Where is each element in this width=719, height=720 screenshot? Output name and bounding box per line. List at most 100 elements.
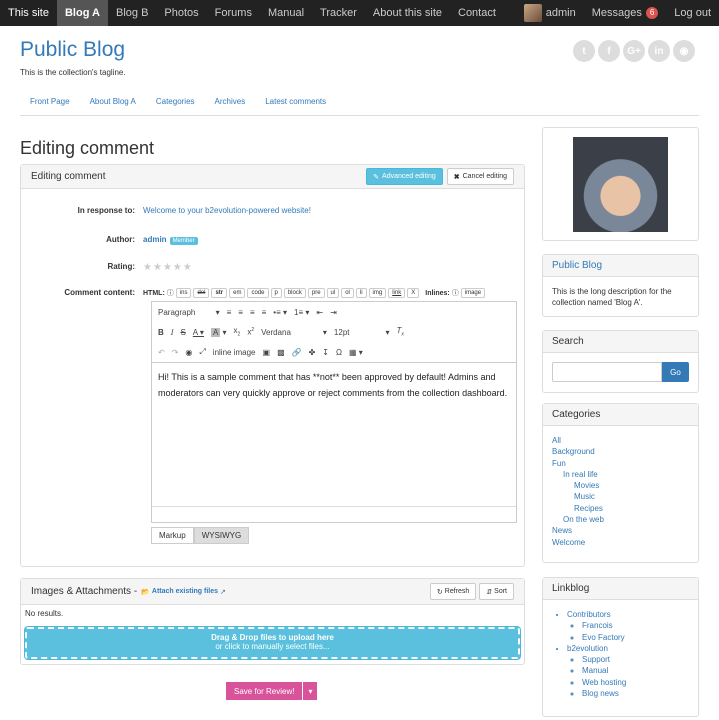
table-icon[interactable]: ▦ ▾ (349, 348, 363, 357)
undo-icon[interactable]: ↶ (158, 348, 165, 357)
html-close-tags-button[interactable]: X (407, 288, 420, 298)
google-plus-icon[interactable]: G+ (623, 40, 645, 62)
linkblog-item[interactable]: Manual (582, 665, 689, 676)
text-color-icon[interactable]: A ▾ (193, 328, 204, 337)
background-color-icon[interactable]: A ▾ (210, 327, 227, 337)
paragraph-select[interactable]: Paragraph ▾ (158, 308, 220, 317)
nav-messages[interactable]: Messages 6 (584, 0, 667, 26)
bullet-list-icon[interactable]: •≡ ▾ (273, 308, 287, 317)
info-icon[interactable]: ⓘ (452, 288, 459, 298)
nav-photos[interactable]: Photos (156, 0, 206, 26)
html-block-button[interactable]: block (283, 288, 306, 298)
advanced-editing-button[interactable]: ✎ Advanced editing (366, 168, 443, 185)
sort-button[interactable]: ⇵ Sort (479, 583, 514, 600)
nav-forums[interactable]: Forums (207, 0, 260, 26)
align-justify-icon[interactable]: ≡ (262, 308, 267, 317)
outdent-icon[interactable]: ⇤ (316, 308, 323, 317)
html-pre-button[interactable]: pre (307, 288, 325, 298)
linkblog-item[interactable]: Blog news (582, 688, 689, 699)
align-left-icon[interactable]: ≡ (227, 308, 232, 317)
menu-archives[interactable]: Archives (205, 92, 256, 115)
star-icon[interactable]: ★ (143, 262, 152, 273)
save-for-review-button[interactable]: Save for Review! (226, 682, 303, 700)
site-title[interactable]: Public Blog (20, 38, 125, 62)
editor-content[interactable]: Hi! This is a sample comment that has **… (152, 362, 516, 506)
info-icon[interactable]: ⓘ (167, 288, 174, 298)
html-link-button[interactable]: link (388, 288, 406, 298)
star-icon[interactable]: ★ (183, 262, 192, 273)
menu-latest-comments[interactable]: Latest comments (255, 92, 336, 115)
category-recipes[interactable]: Recipes (552, 503, 689, 514)
nav-blog-b[interactable]: Blog B (108, 0, 156, 26)
facebook-icon[interactable]: f (598, 40, 620, 62)
subscript-icon[interactable]: x2 (234, 326, 241, 338)
nav-contact[interactable]: Contact (450, 0, 504, 26)
font-size-select[interactable]: 12pt ▾ (334, 328, 390, 337)
fullscreen-icon[interactable]: ⤢ (199, 347, 205, 357)
html-em-button[interactable]: em (229, 288, 246, 298)
numbered-list-icon[interactable]: 1≡ ▾ (294, 308, 309, 317)
find-replace-icon[interactable]: ◉ (185, 348, 192, 357)
superscript-icon[interactable]: x2 (247, 327, 254, 337)
category-on-the-web[interactable]: On the web (552, 514, 689, 525)
font-family-select[interactable]: Verdana ▾ (261, 328, 327, 337)
linkblog-item[interactable]: Web hosting (582, 677, 689, 688)
cancel-editing-button[interactable]: ✖ Cancel editing (446, 168, 514, 185)
menu-front-page[interactable]: Front Page (20, 92, 80, 115)
category-movies[interactable]: Movies (552, 480, 689, 491)
unlink-icon[interactable]: ✤ (309, 348, 316, 357)
category-in-real-life[interactable]: In real life (552, 469, 689, 480)
bold-icon[interactable]: B (158, 328, 164, 337)
linkblog-contributors[interactable]: Contributors (567, 610, 611, 619)
github-icon[interactable]: ◉ (673, 40, 695, 62)
clear-format-icon[interactable]: Tx (397, 326, 404, 338)
linkblog-item[interactable]: Francois (582, 620, 689, 631)
tab-markup[interactable]: Markup (151, 527, 194, 544)
save-options-dropdown[interactable]: ▾ (302, 682, 318, 700)
nav-this-site[interactable]: This site (0, 0, 57, 26)
inline-image-button[interactable]: image (460, 288, 486, 298)
nav-about[interactable]: About this site (365, 0, 450, 26)
align-center-icon[interactable]: ≡ (238, 308, 243, 317)
menu-categories[interactable]: Categories (146, 92, 205, 115)
in-response-link[interactable]: Welcome to your b2evolution-powered webs… (143, 206, 311, 215)
menu-about-blog[interactable]: About Blog A (80, 92, 146, 115)
html-p-button[interactable]: p (270, 288, 282, 298)
inline-image-tool[interactable]: inline image (213, 348, 256, 357)
refresh-button[interactable]: ↻ Refresh (429, 583, 477, 600)
category-news[interactable]: News (552, 525, 689, 536)
category-welcome[interactable]: Welcome (552, 537, 689, 548)
redo-icon[interactable]: ↷ (172, 348, 179, 357)
html-ol-button[interactable]: ol (341, 288, 354, 298)
star-icon[interactable]: ★ (173, 262, 182, 273)
nav-logout[interactable]: Log out (666, 0, 719, 26)
author-link[interactable]: admin (143, 235, 167, 244)
nav-manual[interactable]: Manual (260, 0, 312, 26)
attach-existing-link[interactable]: 📂 Attach existing files ↗ (141, 588, 226, 596)
html-img-button[interactable]: img (368, 288, 387, 298)
html-str-button[interactable]: str (211, 288, 228, 298)
html-code-button[interactable]: code (247, 288, 269, 298)
search-input[interactable] (552, 362, 662, 382)
image-icon[interactable]: ▣ (263, 348, 271, 357)
linkblog-b2evolution[interactable]: b2evolution (567, 644, 608, 653)
html-ul-button[interactable]: ul (326, 288, 340, 298)
star-icon[interactable]: ★ (163, 262, 172, 273)
search-go-button[interactable]: Go (662, 362, 689, 382)
media-icon[interactable]: ▩ (277, 348, 285, 357)
linkblog-item[interactable]: Support (582, 654, 689, 665)
special-char-icon[interactable]: Ω (336, 348, 342, 357)
html-del-button[interactable]: del (193, 288, 210, 298)
upload-dropzone[interactable]: Drag & Drop files to upload here or clic… (24, 626, 521, 660)
nav-user[interactable]: admin (516, 0, 584, 26)
italic-icon[interactable]: I (171, 328, 174, 337)
category-all[interactable]: All (552, 435, 689, 446)
nav-tracker[interactable]: Tracker (312, 0, 365, 26)
star-icon[interactable]: ★ (153, 262, 162, 273)
linkedin-icon[interactable]: in (648, 40, 670, 62)
html-ins-button[interactable]: ins (175, 288, 192, 298)
insert-icon[interactable]: ↧ (322, 348, 329, 357)
category-fun[interactable]: Fun (552, 458, 689, 469)
category-music[interactable]: Music (552, 491, 689, 502)
align-right-icon[interactable]: ≡ (250, 308, 255, 317)
